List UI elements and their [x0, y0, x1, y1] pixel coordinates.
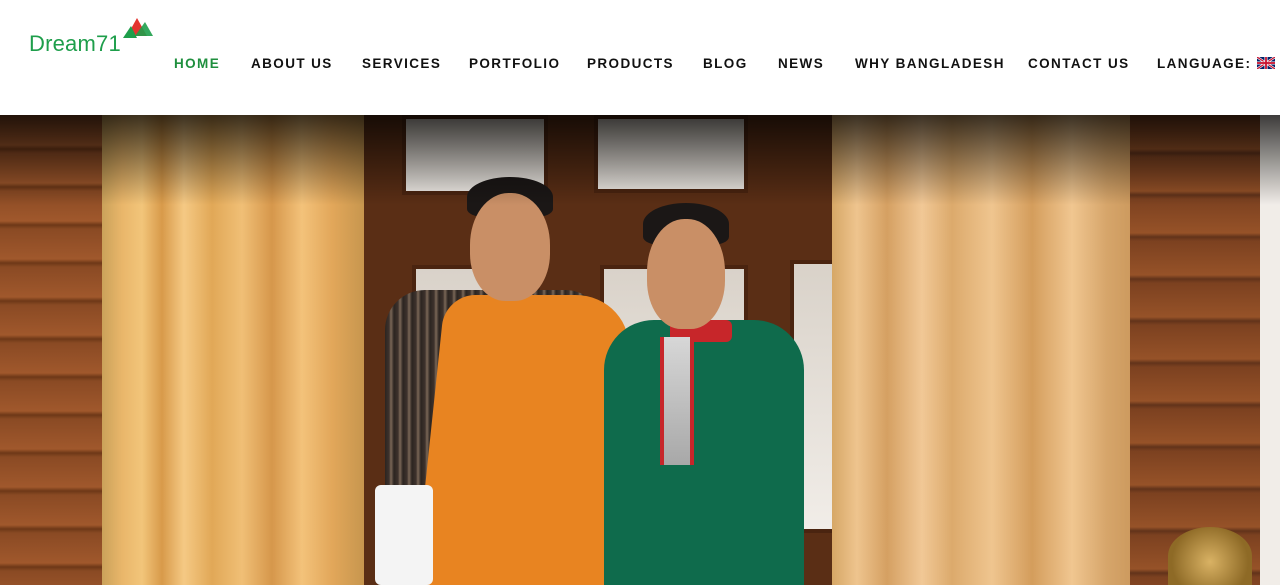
- person-right-face: [647, 219, 725, 329]
- nav-why-bangladesh[interactable]: WHY BANGLADESH: [855, 56, 1005, 71]
- person-left-face: [470, 193, 550, 301]
- person-right-kurta: [604, 320, 804, 585]
- person-left-sash: [414, 295, 636, 585]
- nav-about-us[interactable]: ABOUT US: [251, 56, 333, 71]
- nav-services[interactable]: SERVICES: [362, 56, 441, 71]
- site-logo[interactable]: Dream71: [29, 16, 154, 58]
- nav-language-label: LANGUAGE:: [1157, 56, 1252, 71]
- main-navigation: HOME ABOUT US SERVICES PORTFOLIO PRODUCT…: [0, 56, 1280, 76]
- hero-image: [0, 115, 1280, 585]
- logo-wordmark: Dream71: [29, 31, 121, 56]
- nav-products[interactable]: PRODUCTS: [587, 56, 674, 71]
- site-header: Dream71 HOME ABOUT US SERVICES PORTFOLIO…: [0, 0, 1280, 115]
- nav-portfolio[interactable]: PORTFOLIO: [469, 56, 560, 71]
- nav-home[interactable]: HOME: [174, 56, 220, 71]
- nav-news[interactable]: NEWS: [778, 56, 824, 71]
- nav-contact-us[interactable]: CONTACT US: [1028, 56, 1130, 71]
- logo-triangle-icon: [123, 18, 153, 38]
- nav-blog[interactable]: BLOG: [703, 56, 748, 71]
- golden-statue: [1168, 527, 1252, 585]
- person-left-cuff: [375, 485, 433, 585]
- person-right-placket: [660, 337, 694, 465]
- nav-language[interactable]: LANGUAGE:: [1157, 56, 1276, 71]
- uk-flag-icon: [1257, 57, 1276, 69]
- hero-top-shadow: [0, 115, 1280, 205]
